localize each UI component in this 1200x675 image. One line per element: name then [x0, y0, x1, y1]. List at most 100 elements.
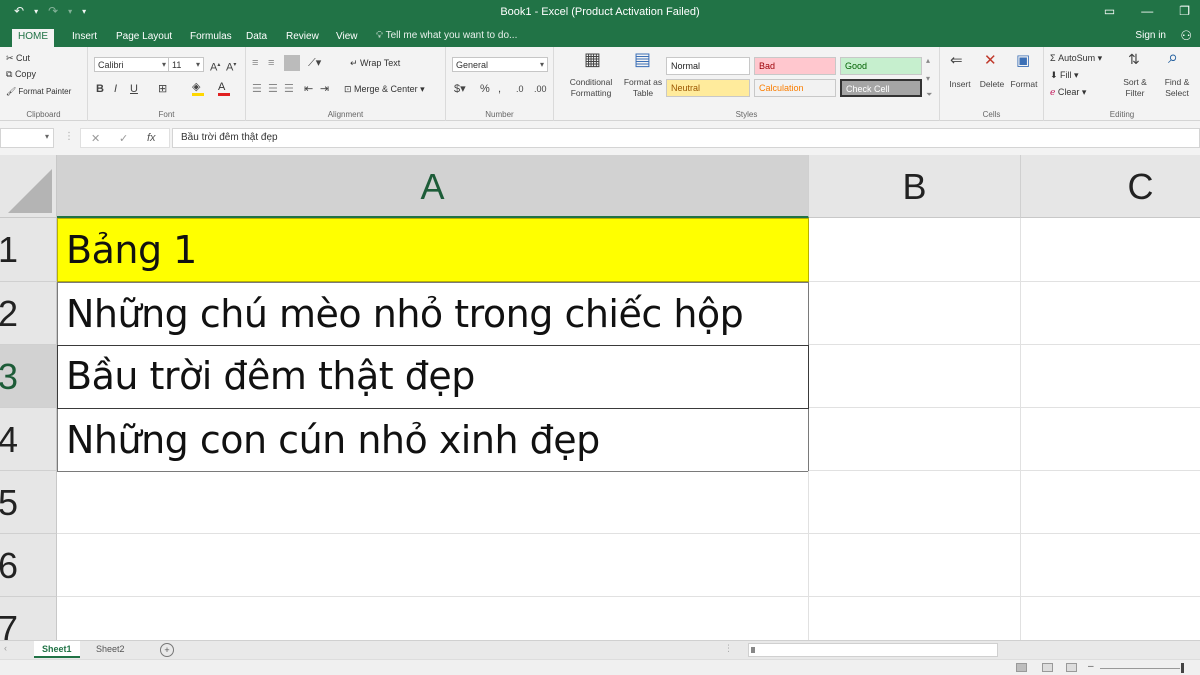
tell-me-box[interactable]: 💡︎ Tell me what you want to do... [376, 30, 517, 41]
normal-view-button[interactable] [1016, 663, 1027, 672]
ribbon-display-options-icon[interactable]: ▭ [1104, 4, 1115, 18]
cell-c3[interactable] [1021, 345, 1200, 408]
cancel-icon[interactable]: ✕ [91, 132, 100, 145]
conditional-formatting-button[interactable]: Conditional Formatting [558, 77, 624, 99]
cell-a6[interactable] [57, 534, 809, 597]
font-size-dropdown[interactable]: 11 ▾ [168, 57, 204, 72]
tab-formulas[interactable]: Formulas [184, 29, 238, 47]
insert-cells-icon[interactable]: ⇐ [950, 53, 963, 68]
name-box[interactable]: ▾ [0, 128, 54, 148]
cell-c4[interactable] [1021, 408, 1200, 471]
tab-insert[interactable]: Insert [66, 29, 103, 47]
column-header-c[interactable]: C [1021, 155, 1200, 218]
zoom-slider-thumb[interactable] [1181, 663, 1184, 673]
number-format-dropdown[interactable]: General ▾ [452, 57, 548, 72]
align-top-icon[interactable]: ≡ [252, 57, 258, 69]
borders-icon[interactable]: ⊞ [158, 83, 167, 95]
align-bottom-icon[interactable] [284, 55, 300, 71]
enter-icon[interactable]: ✓ [119, 132, 128, 145]
formula-input[interactable]: Bầu trời đêm thật đẹp [172, 128, 1200, 148]
bold-button[interactable]: B [96, 83, 104, 95]
accounting-format-icon[interactable]: $▾ [454, 83, 466, 95]
tab-split-handle[interactable]: ⋮ [724, 643, 733, 654]
row-header-6[interactable]: 6 [0, 534, 57, 597]
cell-c1[interactable] [1021, 218, 1200, 282]
orientation-icon[interactable]: ⟋▾ [308, 57, 321, 69]
cell-b2[interactable] [809, 282, 1021, 345]
select-all-button[interactable] [0, 155, 57, 218]
scrollbar-thumb[interactable] [751, 647, 755, 653]
fill-color-icon[interactable]: ◈ [192, 81, 204, 96]
find-icon[interactable]: ⌕ [1168, 48, 1178, 66]
tab-data[interactable]: Data [240, 29, 273, 47]
sheet-tab-1[interactable]: Sheet1 [34, 641, 80, 658]
cell-b5[interactable] [809, 471, 1021, 534]
delete-cells-icon[interactable]: ✕ [984, 53, 997, 68]
clear-button[interactable]: ℯ Clear ▾ [1050, 87, 1086, 98]
font-color-icon[interactable]: A [218, 81, 230, 96]
comma-style-button[interactable]: , [498, 83, 501, 95]
column-header-a[interactable]: A [57, 155, 809, 218]
formula-bar-splitter[interactable]: ⋮ [64, 131, 74, 142]
page-break-view-button[interactable] [1066, 663, 1077, 672]
format-as-table-button[interactable]: Format as Table [618, 77, 668, 99]
increase-font-size-icon[interactable]: A▴ [210, 59, 220, 74]
minimize-button[interactable]: — [1141, 4, 1153, 18]
align-right-icon[interactable]: ☰ [284, 83, 294, 95]
row-header-5[interactable]: 5 [0, 471, 57, 534]
cell-a4[interactable]: Những con cún nhỏ xinh đẹp [57, 408, 809, 472]
cell-b7[interactable] [809, 597, 1021, 640]
copy-button[interactable]: ⧉ Copy [6, 69, 36, 80]
wrap-text-button[interactable]: ↵ Wrap Text [350, 58, 400, 69]
sort-filter-icon[interactable]: ⇅ [1128, 52, 1140, 66]
cut-button[interactable]: ✂ Cut [6, 53, 30, 64]
autosum-button[interactable]: Σ AutoSum ▾ [1050, 53, 1102, 64]
cell-a5[interactable] [57, 471, 809, 534]
font-name-dropdown[interactable]: Calibri ▾ [94, 57, 170, 72]
italic-button[interactable]: I [114, 83, 117, 95]
horizontal-scrollbar[interactable] [748, 643, 998, 657]
share-icon[interactable]: ⚇ [1180, 28, 1192, 44]
tab-page-layout[interactable]: Page Layout [110, 29, 178, 47]
merge-center-button[interactable]: ⊡ Merge & Center ▾ [344, 84, 425, 95]
cell-a7[interactable] [57, 597, 809, 640]
add-sheet-button[interactable]: + [160, 643, 174, 657]
cell-b4[interactable] [809, 408, 1021, 471]
format-cells-button[interactable]: Format [1006, 79, 1042, 90]
decrease-font-size-icon[interactable]: A▾ [226, 59, 236, 74]
increase-decimal-icon[interactable]: .0 [516, 83, 524, 95]
row-header-1[interactable]: 1 [0, 218, 57, 282]
cell-c7[interactable] [1021, 597, 1200, 640]
cell-c5[interactable] [1021, 471, 1200, 534]
styles-scroll-up-icon[interactable]: ▴ [926, 55, 930, 67]
cell-a1[interactable]: Bảng 1 [57, 218, 809, 282]
insert-function-icon[interactable]: fx [147, 132, 156, 144]
format-as-table-icon[interactable]: ▤ [634, 50, 651, 68]
cell-c2[interactable] [1021, 282, 1200, 345]
insert-cells-button[interactable]: Insert [942, 79, 978, 90]
style-normal[interactable]: Normal [666, 57, 750, 75]
sheet-tab-2[interactable]: Sheet2 [88, 641, 133, 658]
cell-b3[interactable] [809, 345, 1021, 408]
find-select-button[interactable]: Find & Select [1156, 77, 1198, 99]
sheet-nav-icon[interactable]: ‹ [4, 643, 7, 653]
restore-button[interactable]: ❐ [1179, 4, 1190, 18]
format-painter-button[interactable]: 🖌︎ Format Painter [6, 87, 71, 96]
row-header-3[interactable]: 3 [0, 345, 57, 408]
align-center-icon[interactable]: ☰ [268, 83, 278, 95]
tab-view[interactable]: View [330, 29, 364, 47]
cell-a2[interactable]: Những chú mèo nhỏ trong chiếc hộp [57, 282, 809, 346]
zoom-out-button[interactable]: – [1088, 661, 1094, 672]
increase-indent-icon[interactable]: ⇥ [320, 83, 329, 95]
row-header-4[interactable]: 4 [0, 408, 57, 471]
sort-filter-button[interactable]: Sort & Filter [1116, 77, 1154, 99]
cell-c6[interactable] [1021, 534, 1200, 597]
decrease-decimal-icon[interactable]: .00 [534, 83, 547, 95]
delete-cells-button[interactable]: Delete [974, 79, 1010, 90]
styles-scroll-down-icon[interactable]: ▾ [926, 73, 930, 85]
row-header-2[interactable]: 2 [0, 282, 57, 345]
zoom-slider[interactable] [1100, 668, 1180, 669]
tab-review[interactable]: Review [280, 29, 325, 47]
row-header-7[interactable]: 7 [0, 597, 57, 640]
conditional-formatting-icon[interactable]: ▦ [584, 50, 601, 68]
